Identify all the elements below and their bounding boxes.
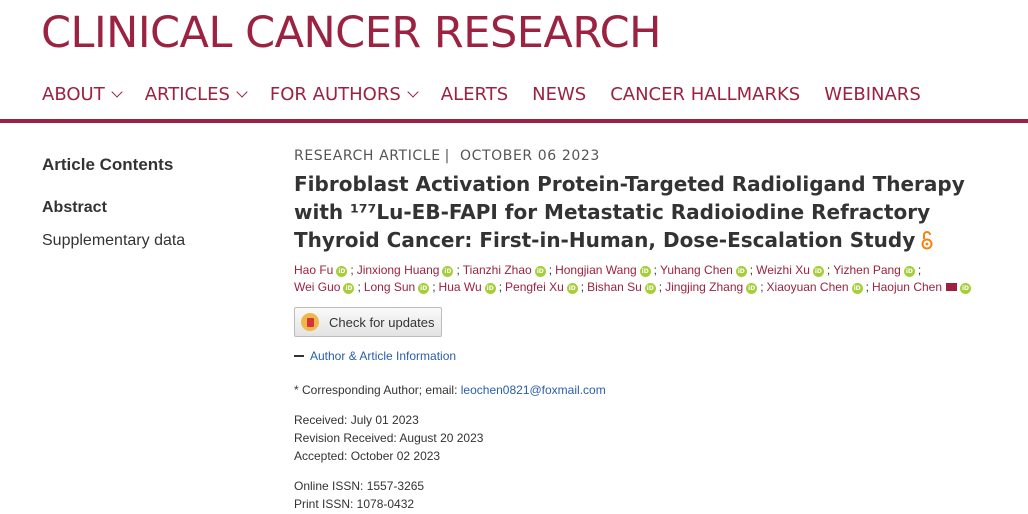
nav-about[interactable]: ABOUT — [42, 84, 123, 105]
author-link[interactable]: Jingjing Zhang — [665, 280, 743, 294]
author-line-1: Hao Fu iD; Jinxiong Huang iD; Tianzhi Zhao iD… — [294, 262, 1014, 279]
author-separator: ; — [917, 263, 922, 277]
author-link[interactable]: Tianzhi Zhao — [463, 263, 532, 277]
nav-cancer-hallmarks[interactable]: CANCER HALLMARKS — [610, 84, 800, 105]
article-title-line-2: with ¹⁷⁷Lu-EB-FAPI for Metastatic Radioi… — [294, 200, 931, 224]
open-access-icon — [921, 231, 933, 250]
chevron-down-icon — [111, 86, 123, 98]
article-title: Fibroblast Activation Protein-Targeted R… — [294, 170, 1014, 254]
print-issn: Print ISSN: 1078-0432 — [294, 497, 415, 511]
nav-for-authors-label: FOR AUTHORS — [269, 84, 401, 105]
orcid-icon[interactable]: iD — [484, 283, 496, 294]
orcid-icon[interactable]: iD — [566, 283, 578, 294]
author-link[interactable]: Xiaoyuan Chen — [767, 280, 849, 294]
orcid-icon[interactable]: iD — [644, 283, 656, 294]
orcid-icon[interactable]: iD — [812, 266, 824, 277]
article-title-line-3-text: Thyroid Cancer: First-in-Human, Dose-Esc… — [294, 228, 916, 252]
author-separator: ; — [350, 263, 354, 277]
nav-for-authors[interactable]: FOR AUTHORS — [269, 84, 419, 105]
author-list: Hao Fu iD; Jinxiong Huang iD; Tianzhi Zhao iD… — [294, 262, 1014, 296]
corresponding-prefix: * Corresponding Author; email: — [294, 383, 461, 397]
author-link[interactable]: Jinxiong Huang — [357, 263, 440, 277]
accepted-date: Accepted: October 02 2023 — [294, 449, 441, 463]
publication-date: OCTOBER 06 2023 — [459, 148, 600, 164]
received-date: Received: July 01 2023 — [294, 413, 419, 427]
nav-alerts[interactable]: ALERTS — [441, 84, 508, 105]
author-link[interactable]: Yuhang Chen — [660, 263, 733, 277]
revision-date: Revision Received: August 20 2023 — [294, 431, 484, 445]
orcid-icon[interactable]: iD — [343, 283, 355, 294]
sidebar-title: Article Contents — [42, 155, 174, 174]
sidebar-item-abstract[interactable]: Abstract — [42, 199, 262, 217]
author-link[interactable]: Bishan Su — [587, 280, 642, 294]
author-separator: ; — [432, 280, 436, 294]
nav-cancer-hallmarks-label: CANCER HALLMARKS — [610, 84, 801, 105]
corresponding-email-link[interactable]: leochen0821@foxmail.com — [461, 383, 606, 397]
email-icon[interactable] — [946, 283, 958, 291]
article-header: RESEARCH ARTICLE | OCTOBER 06 2023 Fibrobl… — [294, 148, 1014, 513]
author-link[interactable]: Hua Wu — [439, 280, 482, 294]
author-link[interactable]: Pengfei Xu — [505, 280, 564, 294]
orcid-icon[interactable]: iD — [903, 266, 915, 277]
nav-webinars-label: WEBINARS — [824, 84, 921, 105]
author-link[interactable]: Yizhen Pang — [833, 263, 901, 277]
meta-separator: | — [444, 148, 450, 164]
author-separator: ; — [865, 280, 869, 294]
author-link[interactable]: Weizhi Xu — [756, 263, 810, 277]
orcid-icon[interactable]: iD — [639, 266, 651, 277]
orcid-icon[interactable]: iD — [534, 266, 546, 277]
orcid-icon[interactable]: iD — [418, 283, 430, 294]
nav-news-label: NEWS — [532, 84, 587, 105]
author-link[interactable]: Wei Guo — [294, 280, 340, 294]
article-title-line-1: Fibroblast Activation Protein-Targeted R… — [294, 172, 965, 196]
author-separator: ; — [826, 263, 831, 277]
article-meta: RESEARCH ARTICLE | OCTOBER 06 2023 — [294, 148, 1014, 164]
orcid-icon[interactable]: iD — [960, 283, 972, 294]
chevron-down-icon — [236, 86, 248, 98]
journal-logo[interactable]: CLINICAL CANCER RESEARCH — [41, 12, 661, 55]
author-separator: ; — [658, 280, 663, 294]
nav-webinars[interactable]: WEBINARS — [824, 84, 921, 105]
orcid-icon[interactable]: iD — [746, 283, 758, 294]
author-separator: ; — [749, 263, 754, 277]
author-link[interactable]: Hongjian Wang — [555, 263, 637, 277]
collapse-icon — [294, 355, 304, 357]
history-dates: Received: July 01 2023 Revision Received… — [294, 411, 1014, 465]
author-separator: ; — [498, 280, 503, 294]
orcid-icon[interactable]: iD — [735, 266, 747, 277]
author-line-2: Wei Guo iD; Long Sun iD; Hua Wu iD; Pengfei Xu… — [294, 279, 1014, 296]
orcid-icon[interactable]: iD — [442, 266, 454, 277]
corresponding-author: * Corresponding Author; email: leochen08… — [294, 381, 1014, 399]
orcid-icon[interactable]: iD — [336, 266, 348, 277]
author-separator: ; — [456, 263, 460, 277]
author-separator: ; — [760, 280, 764, 294]
author-separator: ; — [548, 263, 553, 277]
nav-about-label: ABOUT — [42, 84, 105, 105]
orcid-icon[interactable]: iD — [851, 283, 863, 294]
chevron-down-icon — [407, 86, 419, 98]
author-link[interactable]: Haojun Chen — [872, 280, 942, 294]
article-contents-sidebar: Article Contents Abstract Supplementary … — [42, 155, 262, 265]
author-article-info-toggle[interactable]: Author & Article Information — [294, 349, 1014, 363]
nav-news[interactable]: NEWS — [532, 84, 586, 105]
author-article-info-link[interactable]: Author & Article Information — [310, 349, 456, 363]
author-link[interactable]: Long Sun — [364, 280, 415, 294]
article-type: RESEARCH ARTICLE — [294, 148, 441, 164]
issn-info: Online ISSN: 1557-3265 Print ISSN: 1078-… — [294, 477, 1014, 513]
author-separator: ; — [653, 263, 658, 277]
author-separator: ; — [580, 280, 585, 294]
sidebar-item-supplementary-data[interactable]: Supplementary data — [42, 232, 262, 250]
main-nav: ABOUT ARTICLES FOR AUTHORS ALERTS NEWS C… — [42, 84, 945, 105]
check-for-updates-label: Check for updates — [329, 314, 435, 330]
nav-articles-label: ARTICLES — [144, 84, 230, 105]
nav-articles[interactable]: ARTICLES — [144, 84, 248, 105]
author-separator: ; — [357, 280, 361, 294]
check-for-updates-button[interactable]: Check for updates — [294, 307, 442, 337]
header-divider — [0, 119, 1028, 123]
author-link[interactable]: Hao Fu — [294, 263, 333, 277]
nav-alerts-label: ALERTS — [440, 84, 509, 105]
article-title-line-3: Thyroid Cancer: First-in-Human, Dose-Esc… — [294, 226, 1014, 254]
crossmark-icon — [301, 313, 319, 331]
online-issn: Online ISSN: 1557-3265 — [294, 479, 425, 493]
